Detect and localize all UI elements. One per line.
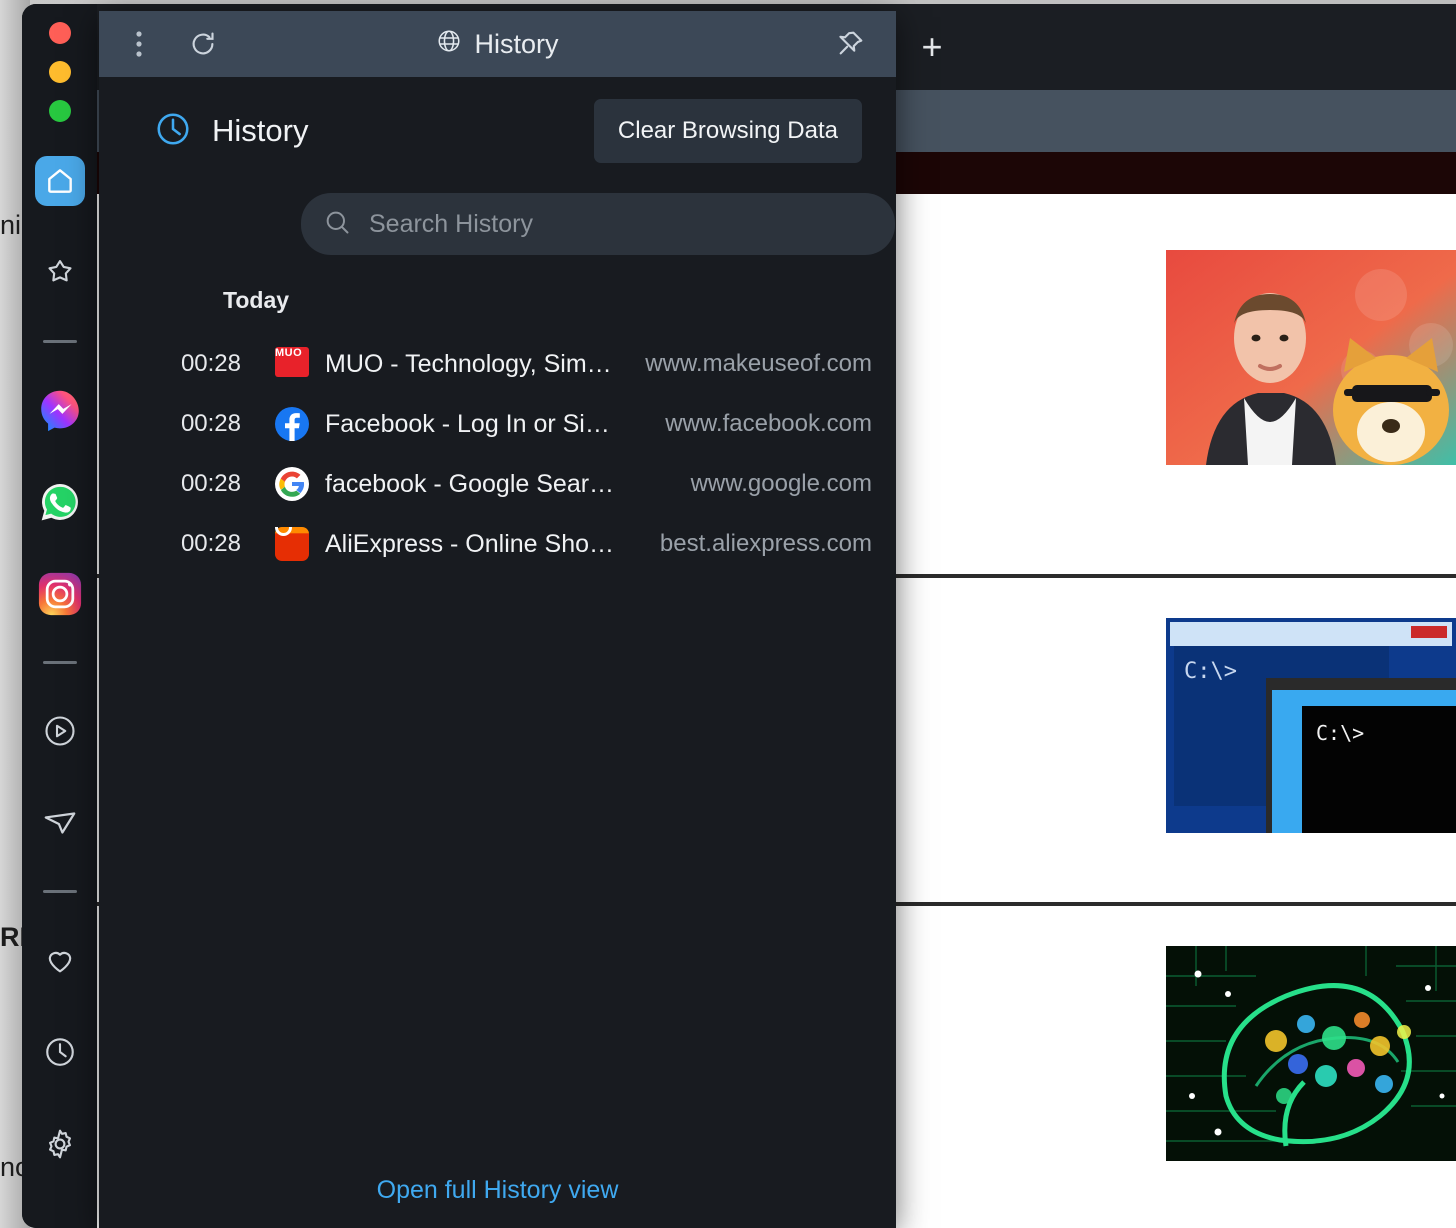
kebab-menu-icon[interactable] [113,18,165,70]
vertical-sidebar [22,4,97,1228]
facebook-favicon [275,407,309,441]
send-icon [41,804,79,842]
entry-title[interactable]: Facebook - Log In or Si… [325,410,649,439]
muo-favicon: MUO [275,347,309,381]
minimize-window-button[interactable] [48,61,71,83]
open-full-history-link[interactable]: Open full History view [377,1176,619,1205]
entry-title[interactable]: MUO - Technology, Sim… [325,350,629,379]
heart-icon [43,943,77,977]
entry-url: best.aliexpress.com [659,530,872,557]
entry-url: www.facebook.com [665,410,872,437]
new-tab-button[interactable]: + [912,27,952,67]
reload-icon[interactable] [177,18,229,70]
entry-time: 00:28 [180,410,241,437]
history-entry-row[interactable]: 00:28 MUO MUO - Technology, Sim… www.mak… [99,334,896,394]
play-circle-icon [42,713,78,749]
entry-title[interactable]: AliExpress - Online Sho… [325,530,644,559]
sidebar-item-liked[interactable] [35,935,85,985]
clock-icon [154,110,192,153]
entry-url: www.google.com [690,470,872,497]
star-icon [43,256,77,290]
history-entry-list: 00:28 MUO MUO - Technology, Sim… www.mak… [99,314,896,574]
globe-icon [436,28,462,61]
screen-root: ni RIT no [0,0,1456,1228]
panel-title-text: History [474,28,559,59]
aliexpress-favicon [275,527,309,561]
sidebar-item-telegram[interactable] [35,798,85,848]
entry-time: 00:28 [180,350,241,377]
entry-url: www.makeuseof.com [645,350,872,377]
maximize-window-button[interactable] [48,100,71,122]
search-area [99,163,896,255]
panel-body: History Clear Browsing Data Today [99,77,896,1228]
svg-text:C:\>: C:\> [1184,659,1237,684]
search-icon [323,208,351,241]
aliexpress-favicon-glyph [275,527,309,561]
sidebar-item-favorites[interactable] [35,248,85,298]
command-prompt-thumbnail[interactable]: C:\> C:\> [1166,618,1456,833]
sidebar-item-home[interactable] [34,156,85,206]
history-popup-panel: History History Clear Browsing Data Sear… [99,11,896,1228]
panel-header-left: History [154,110,308,153]
svg-text:C:\>: C:\> [1316,721,1364,745]
sidebar-item-settings[interactable] [35,1119,85,1169]
clear-browsing-data-button[interactable]: Clear Browsing Data [593,99,862,163]
close-window-button[interactable] [48,22,71,44]
sidebar-item-history[interactable] [35,1027,85,1077]
entry-title[interactable]: facebook - Google Sear… [325,470,675,499]
search-history-box[interactable] [301,193,895,255]
sidebar-item-whatsapp[interactable] [35,477,85,527]
history-heading: History [212,113,309,148]
brain-circuit-thumbnail[interactable] [1166,946,1456,1161]
history-section-label: Today [223,287,290,313]
traffic-lights [48,22,71,122]
instagram-icon [38,572,82,616]
sidebar-divider [42,340,77,343]
home-icon [44,165,76,197]
entry-time: 00:28 [180,530,241,557]
sidebar-item-instagram[interactable] [35,569,85,619]
edge-fragment-0: ni [0,210,22,240]
panel-footer: Open full History view [99,1152,896,1228]
sidebar-icon-list [34,156,85,1211]
whatsapp-icon [38,480,82,524]
google-favicon [275,467,309,501]
history-entry-row[interactable]: 00:28 facebook - Google Sear… www.google… [99,454,896,514]
sidebar-item-messenger[interactable] [35,385,85,435]
sidebar-divider-2 [42,661,77,664]
sidebar-divider-3 [42,890,77,893]
sidebar-item-media-player[interactable] [35,706,85,756]
entry-time: 00:28 [180,470,241,497]
panel-header-row: History Clear Browsing Data [99,77,896,163]
muo-favicon-glyph: MUO [275,347,309,377]
gear-icon [43,1127,77,1161]
history-entry-row[interactable]: 00:28 Facebook - Log In or Si… www.faceb… [99,394,896,454]
clock-icon [43,1035,77,1069]
history-entry-row[interactable]: 00:28 AliExpress - Online Sho… best.alie… [99,514,896,574]
elon-doge-thumbnail[interactable] [1166,250,1456,465]
messenger-icon [38,388,82,432]
pin-icon[interactable] [824,18,876,70]
panel-titlebar: History [99,11,896,77]
search-input[interactable] [369,209,873,239]
